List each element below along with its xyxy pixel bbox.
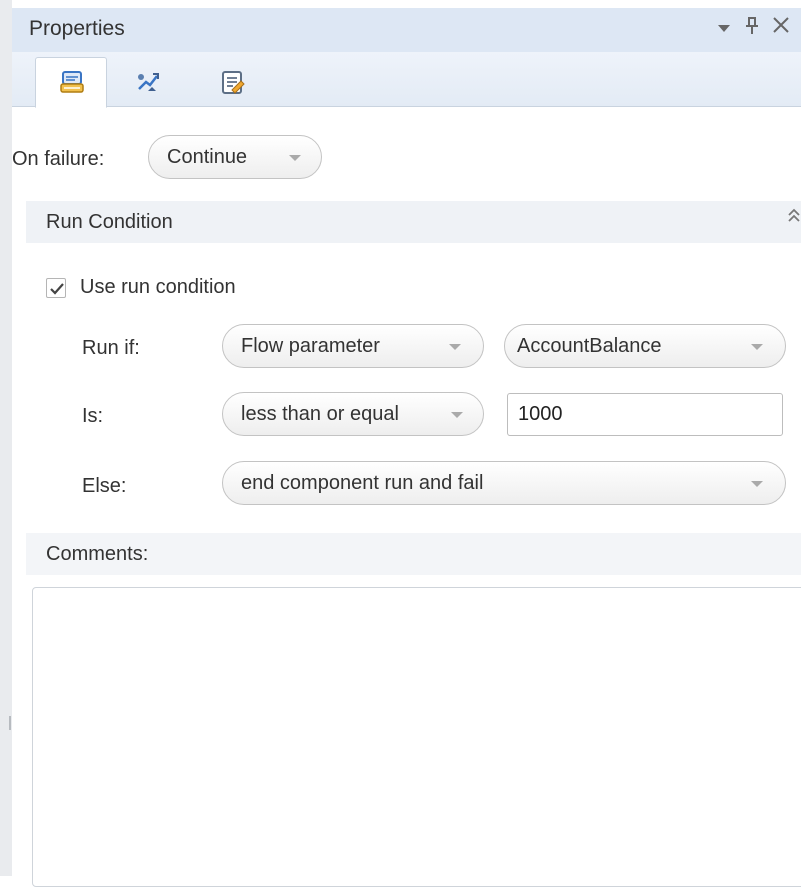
tab-parameters[interactable] (112, 59, 182, 105)
panel-title: Properties (29, 17, 125, 40)
dropdown-icon[interactable] (717, 18, 731, 41)
is-operator-value: less than or equal (241, 403, 399, 425)
tab-strip (12, 52, 801, 108)
title-bar: Properties (12, 8, 801, 52)
run-if-source-value: Flow parameter (241, 335, 380, 357)
else-action-value: end component run and fail (241, 472, 484, 494)
chevron-down-icon (289, 155, 301, 161)
on-failure-label: On failure: (12, 148, 105, 170)
notes-icon (222, 71, 245, 94)
comments-label: Comments: (46, 543, 149, 565)
resize-grip[interactable] (9, 716, 11, 730)
run-if-label: Run if: (82, 337, 140, 359)
comments-textarea[interactable] (32, 587, 801, 887)
tab-properties[interactable] (35, 57, 107, 108)
chevron-down-icon (451, 412, 463, 418)
is-label: Is: (82, 405, 104, 427)
chevron-down-icon (751, 481, 763, 487)
checkmark-icon (50, 283, 64, 295)
run-condition-header[interactable]: Run Condition (26, 201, 801, 243)
left-panel-edge (0, 0, 12, 876)
tab-notes[interactable] (197, 59, 267, 105)
use-run-condition-checkbox[interactable] (46, 278, 66, 298)
parameters-icon (138, 73, 159, 91)
chevron-down-icon (751, 344, 763, 350)
else-action-dropdown[interactable]: end component run and fail (222, 461, 786, 505)
is-value-input[interactable] (507, 393, 783, 436)
use-run-condition-label[interactable]: Use run condition (80, 276, 236, 299)
collapse-icon[interactable] (787, 207, 801, 231)
section-title: Run Condition (46, 211, 173, 233)
run-if-source-dropdown[interactable]: Flow parameter (222, 324, 484, 368)
on-failure-value: Continue (167, 146, 248, 168)
is-operator-dropdown[interactable]: less than or equal (222, 392, 484, 436)
comments-header: Comments: (26, 533, 801, 575)
on-failure-dropdown[interactable]: Continue (148, 135, 322, 179)
run-if-parameter-dropdown[interactable]: AccountBalance (504, 324, 786, 368)
else-label: Else: (82, 475, 127, 497)
pin-icon[interactable] (744, 16, 760, 42)
close-icon[interactable] (772, 16, 790, 40)
chevron-down-icon (449, 344, 461, 350)
properties-icon (60, 71, 84, 93)
properties-panel: Properties On failure: Continue Run Cond… (12, 0, 801, 887)
run-if-parameter-value: AccountBalance (517, 335, 662, 357)
